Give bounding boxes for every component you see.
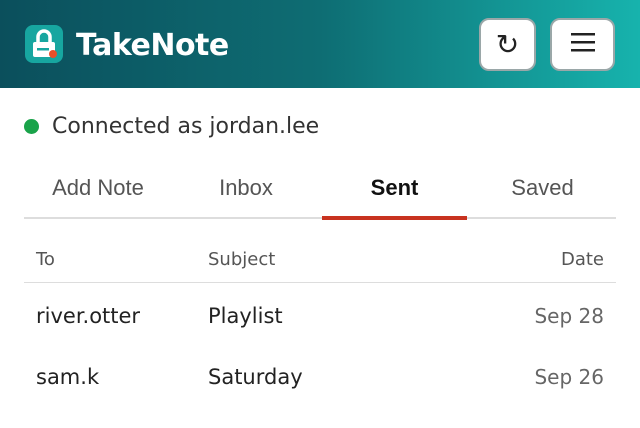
table-header: To Subject Date bbox=[24, 240, 616, 283]
app-title: TakeNote bbox=[76, 28, 229, 63]
column-header-date: Date bbox=[560, 249, 604, 270]
menu-button[interactable] bbox=[550, 18, 615, 71]
row-subject: Playlist bbox=[208, 304, 283, 328]
row-date: Sep 26 bbox=[534, 365, 604, 389]
connection-status: Connected as jordan.lee bbox=[24, 112, 319, 140]
tab-bar: Add Note Inbox Sent Saved bbox=[24, 164, 616, 220]
refresh-button[interactable]: ↻ bbox=[479, 18, 536, 71]
tab-inbox[interactable]: Inbox bbox=[172, 164, 320, 217]
tab-sent[interactable]: Sent bbox=[322, 164, 467, 220]
tab-saved[interactable]: Saved bbox=[469, 164, 616, 217]
column-header-subject: Subject bbox=[208, 249, 276, 270]
column-header-to: To bbox=[36, 249, 55, 270]
row-recipient: river.otter bbox=[36, 304, 141, 328]
table-row[interactable]: river.otter Playlist Sep 28 bbox=[24, 283, 616, 344]
table-row[interactable]: sam.k Saturday Sep 26 bbox=[24, 344, 616, 405]
hamburger-icon bbox=[570, 31, 596, 58]
row-subject: Saturday bbox=[208, 365, 303, 389]
status-text: Connected as jordan.lee bbox=[52, 113, 320, 139]
sent-notes-table: To Subject Date river.otter Playlist Sep… bbox=[24, 240, 616, 405]
app-header: TakeNote ↻ bbox=[0, 0, 640, 88]
lock-icon bbox=[25, 25, 63, 63]
row-date: Sep 28 bbox=[534, 304, 604, 328]
row-recipient: sam.k bbox=[36, 365, 100, 389]
tab-add-note[interactable]: Add Note bbox=[24, 164, 172, 217]
refresh-icon: ↻ bbox=[495, 29, 520, 60]
status-dot-icon bbox=[24, 118, 39, 134]
